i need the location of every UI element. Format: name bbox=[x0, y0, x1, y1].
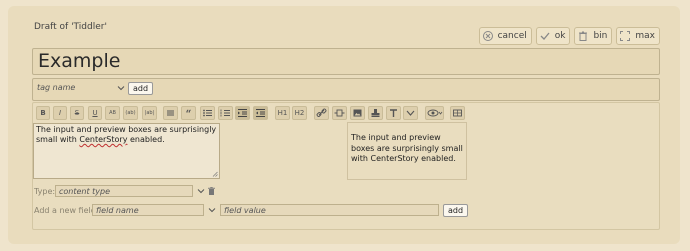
mono-block-icon bbox=[167, 110, 174, 116]
text-size-icon bbox=[390, 109, 397, 117]
max-label: max bbox=[635, 31, 655, 41]
max-button[interactable]: max bbox=[616, 27, 660, 45]
chevron-down-icon[interactable] bbox=[207, 205, 217, 215]
preview-icon bbox=[427, 109, 443, 117]
quote-icon: “ bbox=[186, 109, 192, 120]
body-text-after: enabled. bbox=[127, 135, 165, 144]
ok-button[interactable]: ok bbox=[535, 27, 571, 45]
bullet-list-button[interactable] bbox=[200, 106, 215, 120]
heading-2-button[interactable]: H2 bbox=[292, 106, 307, 120]
indent-icon bbox=[238, 109, 247, 117]
transclude-icon bbox=[334, 109, 345, 117]
stamp-icon bbox=[371, 109, 380, 117]
link-icon bbox=[316, 108, 327, 117]
bin-label: bin bbox=[593, 31, 608, 41]
transclude-button[interactable] bbox=[332, 106, 347, 120]
cancel-label: cancel bbox=[497, 31, 527, 41]
body-textarea[interactable]: The input and preview boxes are surprisi… bbox=[33, 123, 220, 179]
picture-button[interactable] bbox=[350, 106, 365, 120]
add-tag-button[interactable]: add bbox=[128, 82, 154, 95]
preview-type-button[interactable] bbox=[450, 106, 465, 120]
maximize-icon bbox=[619, 30, 631, 42]
bold-button[interactable]: B bbox=[36, 106, 50, 120]
mono-block-button[interactable] bbox=[163, 106, 178, 120]
mono-line-button[interactable]: |ab| bbox=[142, 106, 157, 120]
draft-title: Draft of 'Tiddler' bbox=[34, 22, 107, 32]
underline-button[interactable]: U bbox=[88, 106, 102, 120]
ok-label: ok bbox=[554, 31, 566, 41]
chevron-down-icon[interactable] bbox=[196, 186, 206, 196]
content-type-input[interactable]: content type bbox=[55, 185, 193, 197]
bullet-list-icon bbox=[203, 109, 212, 117]
resize-handle-icon[interactable] bbox=[212, 171, 218, 177]
type-label: Type: bbox=[34, 187, 56, 196]
picture-icon bbox=[353, 109, 362, 117]
more-icon bbox=[406, 110, 415, 116]
stamp-button[interactable] bbox=[368, 106, 383, 120]
cancel-icon bbox=[482, 30, 494, 42]
preview-pane: The input and preview boxes are surprisi… bbox=[347, 122, 467, 180]
svg-text:“: “ bbox=[186, 109, 192, 119]
check-icon bbox=[539, 30, 551, 42]
numbered-list-button[interactable] bbox=[218, 106, 233, 120]
indent-button[interactable] bbox=[235, 106, 250, 120]
chevron-down-icon[interactable] bbox=[116, 83, 126, 93]
title-text: Example bbox=[38, 50, 121, 72]
more-button[interactable] bbox=[403, 106, 418, 120]
outdent-icon bbox=[256, 109, 265, 117]
outdent-button[interactable] bbox=[253, 106, 268, 120]
title-input[interactable]: Example bbox=[32, 48, 660, 75]
trash-icon[interactable] bbox=[207, 186, 216, 196]
field-value-input[interactable]: field value bbox=[220, 204, 439, 216]
preview-button[interactable] bbox=[425, 106, 444, 120]
field-name-input[interactable]: field name bbox=[92, 204, 204, 216]
cancel-button[interactable]: cancel bbox=[478, 27, 532, 45]
add-field-button[interactable]: add bbox=[443, 204, 469, 217]
body-text-misspelled: CenterStory bbox=[79, 135, 128, 144]
tag-name-input[interactable]: tag name bbox=[34, 82, 127, 94]
subscript-button[interactable]: (ab) bbox=[123, 106, 138, 120]
preview-type-icon bbox=[453, 109, 462, 117]
bin-button[interactable]: bin bbox=[574, 27, 613, 45]
new-field-label: Add a new field: bbox=[34, 206, 99, 215]
numbered-list-icon bbox=[220, 109, 230, 117]
link-button[interactable] bbox=[314, 106, 329, 120]
strikethrough-button[interactable]: S bbox=[70, 106, 84, 120]
italic-button[interactable]: I bbox=[53, 106, 67, 120]
text-size-button[interactable] bbox=[386, 106, 401, 120]
superscript-button[interactable]: AB bbox=[105, 106, 120, 120]
quote-button[interactable]: “ bbox=[181, 106, 196, 120]
tiddler-controls: cancel ok bin max bbox=[478, 27, 660, 45]
trash-icon bbox=[577, 30, 589, 42]
heading-1-button[interactable]: H1 bbox=[275, 106, 290, 120]
